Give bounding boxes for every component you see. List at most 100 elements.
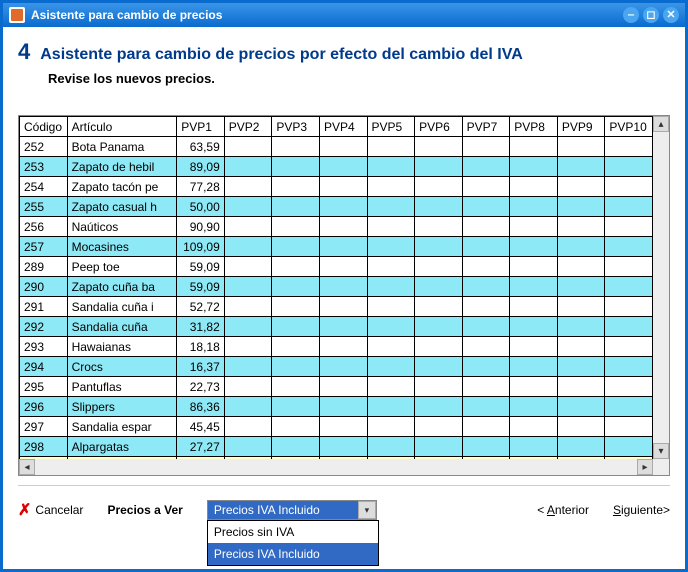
cell-articulo[interactable]: Slippers — [67, 397, 177, 417]
cell-pvp[interactable] — [319, 217, 367, 237]
cell-articulo[interactable]: Sandalia cuña — [67, 317, 177, 337]
cell-articulo[interactable]: Peep toe — [67, 257, 177, 277]
cell-pvp[interactable] — [557, 137, 605, 157]
cell-pvp[interactable] — [272, 277, 320, 297]
cell-pvp[interactable] — [557, 417, 605, 437]
cell-codigo[interactable]: 256 — [20, 217, 68, 237]
cell-pvp[interactable] — [319, 257, 367, 277]
cell-pvp[interactable] — [367, 357, 415, 377]
cell-pvp[interactable] — [510, 417, 558, 437]
cell-pvp[interactable] — [415, 357, 463, 377]
cell-pvp[interactable] — [462, 317, 510, 337]
cell-pvp[interactable] — [605, 417, 653, 437]
cell-codigo[interactable]: 296 — [20, 397, 68, 417]
cell-pvp[interactable] — [224, 257, 272, 277]
cell-codigo[interactable]: 257 — [20, 237, 68, 257]
cell-pvp[interactable] — [462, 437, 510, 457]
column-header[interactable]: PVP1 — [177, 117, 225, 137]
cell-codigo[interactable]: 293 — [20, 337, 68, 357]
table-row[interactable]: 293Hawaianas18,18 — [20, 337, 653, 357]
cell-pvp[interactable] — [462, 417, 510, 437]
scroll-left-icon[interactable]: ◂ — [19, 459, 35, 475]
cell-pvp[interactable] — [224, 337, 272, 357]
precios-combo[interactable]: Precios IVA Incluido ▾ Precios sin IVA P… — [207, 500, 377, 520]
cell-pvp[interactable] — [319, 157, 367, 177]
cell-pvp[interactable] — [510, 277, 558, 297]
cell-pvp[interactable]: 90,90 — [177, 217, 225, 237]
cell-pvp[interactable] — [224, 297, 272, 317]
cell-pvp[interactable] — [415, 177, 463, 197]
cell-pvp[interactable] — [319, 417, 367, 437]
cell-pvp[interactable] — [272, 177, 320, 197]
cell-pvp[interactable] — [415, 277, 463, 297]
cell-pvp[interactable] — [224, 437, 272, 457]
cell-codigo[interactable]: 292 — [20, 317, 68, 337]
cell-codigo[interactable]: 253 — [20, 157, 68, 177]
cell-pvp[interactable]: 52,72 — [177, 297, 225, 317]
cell-pvp[interactable] — [557, 357, 605, 377]
cell-pvp[interactable] — [557, 197, 605, 217]
combo-option[interactable]: Precios IVA Incluido — [208, 543, 378, 565]
cell-pvp[interactable] — [415, 137, 463, 157]
cell-pvp[interactable] — [367, 237, 415, 257]
cell-pvp[interactable] — [319, 177, 367, 197]
cell-pvp[interactable] — [462, 277, 510, 297]
cell-pvp[interactable] — [462, 337, 510, 357]
cell-pvp[interactable] — [462, 137, 510, 157]
cell-pvp[interactable] — [367, 277, 415, 297]
cell-pvp[interactable] — [415, 157, 463, 177]
cell-pvp[interactable] — [557, 237, 605, 257]
cell-pvp[interactable] — [319, 137, 367, 157]
cell-pvp[interactable] — [272, 437, 320, 457]
cell-pvp[interactable] — [224, 417, 272, 437]
cell-pvp[interactable] — [319, 317, 367, 337]
scroll-up-icon[interactable]: ▴ — [653, 116, 669, 132]
cell-pvp[interactable] — [415, 297, 463, 317]
cell-pvp[interactable] — [224, 397, 272, 417]
cell-pvp[interactable] — [272, 377, 320, 397]
cell-pvp[interactable] — [272, 137, 320, 157]
cell-pvp[interactable]: 59,09 — [177, 257, 225, 277]
cell-pvp[interactable]: 109,09 — [177, 237, 225, 257]
cell-pvp[interactable] — [415, 237, 463, 257]
column-header[interactable]: PVP10 — [605, 117, 653, 137]
cell-pvp[interactable]: 63,59 — [177, 137, 225, 157]
cell-pvp[interactable] — [415, 397, 463, 417]
cell-pvp[interactable] — [557, 257, 605, 277]
cell-codigo[interactable]: 254 — [20, 177, 68, 197]
cell-pvp[interactable] — [272, 197, 320, 217]
cell-pvp[interactable] — [319, 437, 367, 457]
cell-articulo[interactable]: Sandalia cuña i — [67, 297, 177, 317]
cell-pvp[interactable] — [605, 157, 653, 177]
cell-pvp[interactable] — [272, 157, 320, 177]
cell-pvp[interactable] — [605, 437, 653, 457]
table-row[interactable]: 292Sandalia cuña31,82 — [20, 317, 653, 337]
cell-pvp[interactable] — [415, 317, 463, 337]
cell-pvp[interactable]: 89,09 — [177, 157, 225, 177]
table-row[interactable]: 296Slippers86,36 — [20, 397, 653, 417]
cell-codigo[interactable]: 289 — [20, 257, 68, 277]
cell-articulo[interactable]: Zapato casual h — [67, 197, 177, 217]
cell-pvp[interactable] — [510, 217, 558, 237]
cell-articulo[interactable]: Naúticos — [67, 217, 177, 237]
cell-articulo[interactable]: Zapato de hebil — [67, 157, 177, 177]
column-header[interactable]: Artículo — [67, 117, 177, 137]
cell-articulo[interactable]: Mocasines — [67, 237, 177, 257]
cell-pvp[interactable] — [510, 297, 558, 317]
cell-pvp[interactable] — [510, 317, 558, 337]
cell-pvp[interactable] — [557, 277, 605, 297]
cell-articulo[interactable]: Alpargatas — [67, 437, 177, 457]
horizontal-scrollbar[interactable]: ◂ ▸ — [19, 459, 653, 475]
cell-pvp[interactable] — [415, 337, 463, 357]
cell-pvp[interactable] — [462, 257, 510, 277]
cell-pvp[interactable] — [367, 337, 415, 357]
cell-pvp[interactable] — [415, 437, 463, 457]
cell-pvp[interactable] — [224, 217, 272, 237]
cell-pvp[interactable] — [557, 297, 605, 317]
cell-pvp[interactable] — [367, 197, 415, 217]
cell-articulo[interactable]: Zapato tacón pe — [67, 177, 177, 197]
cell-pvp[interactable] — [557, 217, 605, 237]
cell-pvp[interactable] — [605, 297, 653, 317]
column-header[interactable]: PVP6 — [415, 117, 463, 137]
cell-pvp[interactable] — [462, 377, 510, 397]
